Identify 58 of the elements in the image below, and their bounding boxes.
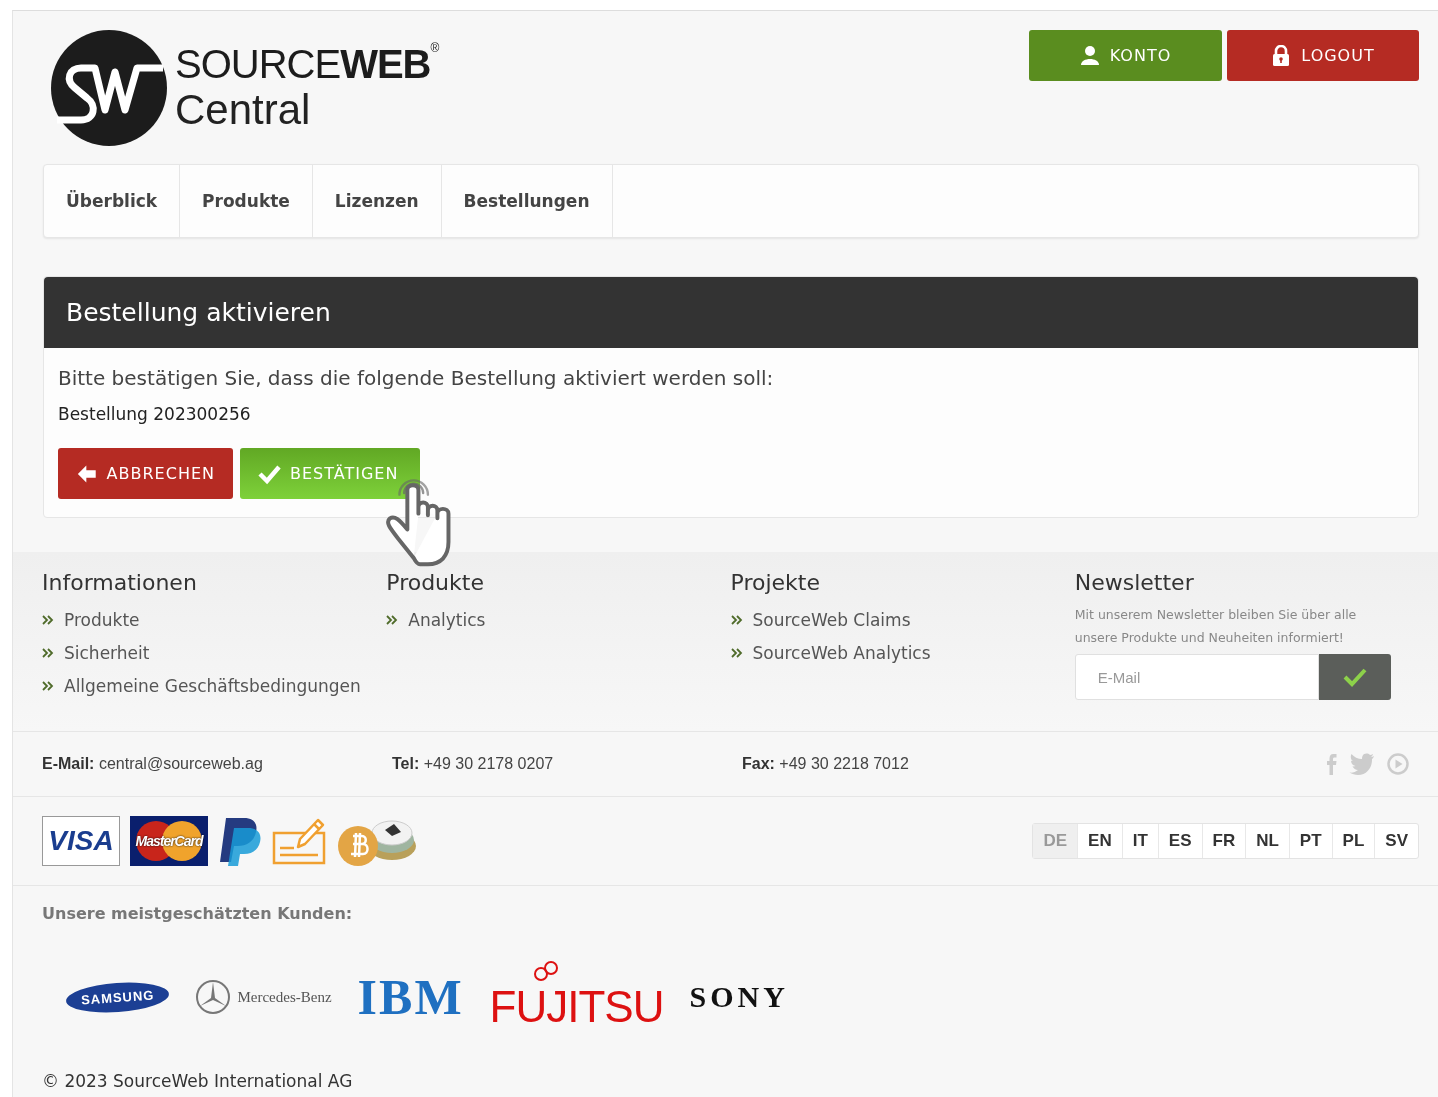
- language-option[interactable]: FR: [1202, 824, 1247, 858]
- footer-link[interactable]: Allgemeine Geschäftsbedingungen: [64, 675, 361, 696]
- order-number: Bestellung 202300256: [58, 404, 252, 424]
- copyright-text: © 2023 SourceWeb International AG: [42, 1071, 354, 1091]
- nav-tab[interactable]: Überblick: [44, 165, 181, 237]
- chevrons-icon: [730, 613, 743, 626]
- footer-link[interactable]: SourceWeb Claims: [752, 609, 911, 630]
- check-signing-icon: [272, 817, 326, 865]
- footer-link[interactable]: Sicherheit: [64, 642, 150, 663]
- nav-tab[interactable]: Lizenzen: [312, 165, 442, 237]
- language-option[interactable]: PL: [1332, 824, 1376, 858]
- mercedes-logo: Mercedes-Benz: [237, 988, 332, 1006]
- account-button[interactable]: KONTO: [1029, 30, 1222, 81]
- logout-button[interactable]: LOGOUT: [1227, 30, 1419, 81]
- paypal-logo: [218, 816, 262, 866]
- footer-link[interactable]: Produkte: [64, 609, 140, 630]
- footer-heading: Projekte: [730, 570, 821, 595]
- language-option[interactable]: SV: [1375, 824, 1418, 858]
- customers-heading: Unsere meistgeschätzten Kunden:: [42, 904, 354, 923]
- confirmation-message: Bitte bestätigen Sie, dass die folgende Bestellung aktiviert werden soll:: [58, 366, 775, 390]
- chevrons-icon: [386, 613, 399, 626]
- chevrons-icon: [730, 646, 743, 659]
- ibm-logo: IBM: [357, 973, 464, 1021]
- facebook-icon[interactable]: [1325, 753, 1337, 775]
- nav-tab[interactable]: Produkte: [180, 165, 313, 237]
- visa-logo: VISA: [42, 816, 120, 866]
- logo-mark-icon: [51, 30, 167, 146]
- chevrons-icon: [42, 646, 54, 659]
- language-option[interactable]: EN: [1078, 824, 1123, 858]
- chevrons-icon: [42, 613, 54, 626]
- contact-info: Tel: +49 30 2178 0207: [392, 755, 555, 773]
- contact-info: E-Mail: central@sourceweb.ag: [42, 755, 264, 773]
- footer-heading: Informationen: [42, 570, 198, 595]
- footer-heading: Newsletter: [1074, 570, 1195, 595]
- footer-link[interactable]: SourceWeb Analytics: [752, 642, 931, 663]
- language-option[interactable]: PT: [1289, 824, 1333, 858]
- checkmark-icon: [1342, 667, 1367, 687]
- language-option[interactable]: IT: [1122, 824, 1159, 858]
- language-option[interactable]: NL: [1246, 824, 1290, 858]
- cancel-button[interactable]: ABBRECHEN: [58, 448, 233, 499]
- bird-icon[interactable]: [1349, 753, 1375, 775]
- subscribe-button[interactable]: [1318, 654, 1391, 700]
- contact-info: Fax: +49 30 2218 7012: [742, 755, 909, 773]
- footer-heading: Produkte: [386, 570, 485, 595]
- person-icon: [1079, 44, 1100, 67]
- chevrons-icon: [42, 679, 54, 692]
- fujitsu-logo: FUJITSU: [489, 961, 664, 1033]
- email-field[interactable]: E-Mail: [1074, 654, 1319, 700]
- play-icon[interactable]: [1387, 753, 1409, 775]
- panel-title: Bestellung aktivieren: [44, 277, 1418, 348]
- sony-logo: SONY: [689, 980, 789, 1014]
- language-option[interactable]: ES: [1158, 824, 1203, 858]
- nav-tab[interactable]: Bestellungen: [441, 165, 613, 237]
- newsletter-text: Mit unserem Newsletter bleiben Sie über alle unsere Produkte und Neuheiten informiert!: [1074, 606, 1358, 647]
- logo-subtitle: Central: [175, 86, 312, 134]
- logo-wordmark: SOURCEWEB$^{®}$: [175, 42, 439, 86]
- padlock-icon: [1271, 44, 1292, 67]
- footer-link[interactable]: Analytics: [408, 609, 486, 630]
